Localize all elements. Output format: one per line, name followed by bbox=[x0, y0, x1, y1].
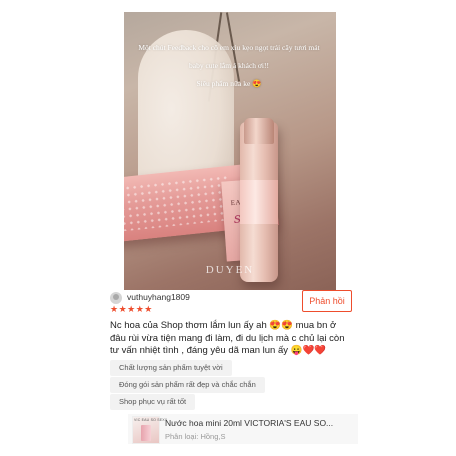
photo-caption: Một chút Feedback cho cô em xiu kẹo ngọt… bbox=[134, 42, 324, 96]
review-line: tư vấn nhiệt tình , đáng yêu dã man lun … bbox=[110, 345, 327, 356]
reviewer-username[interactable]: vuthuyhang1809 bbox=[127, 292, 190, 302]
review-text: Nc hoa của Shop thơm lắm lun ấy ah 😍😍 mu… bbox=[110, 320, 358, 358]
review-tag: Đóng gói sản phẩm rất đẹp và chắc chắn bbox=[110, 377, 265, 393]
caption-line: Một chút Feedback cho cô em xiu kẹo ngọt… bbox=[138, 43, 320, 52]
product-thumbnail: VIC EAU SO SEXY bbox=[132, 416, 167, 444]
thumb-label: VIC EAU SO SEXY bbox=[134, 418, 168, 422]
review-line: Nc hoa của Shop thơm lắm lun ấy ah 😍😍 mu… bbox=[110, 320, 337, 331]
product-variant: Phân loại: Hồng,S bbox=[165, 432, 226, 441]
review-tag: Chất lượng sản phẩm tuyệt vời bbox=[110, 360, 232, 376]
thumb-bottle bbox=[141, 425, 151, 441]
rating-stars: ★★★★★ bbox=[110, 304, 153, 314]
bottle-cap bbox=[244, 118, 274, 144]
watermark: DUYEN bbox=[205, 264, 255, 276]
review-line: đâu rùi vừa tiện mang đi làm, đi du lịch… bbox=[110, 332, 345, 344]
product-card[interactable]: VIC EAU SO SEXY Nước hoa mini 20ml VICTO… bbox=[128, 414, 358, 444]
caption-line: baby cute lắm á khách ơi!! bbox=[189, 61, 269, 70]
caption-line: Siêu phẩm nữa ke 😍 bbox=[196, 79, 262, 88]
review-tag: Shop phục vụ rất tốt bbox=[110, 394, 196, 410]
reply-button[interactable]: Phản hồi bbox=[302, 290, 352, 312]
review-photo[interactable]: EAU SO sexy Một chút Feedback cho cô em … bbox=[124, 12, 336, 290]
avatar[interactable] bbox=[110, 292, 122, 304]
product-name: Nước hoa mini 20ml VICTORIA'S EAU SO... bbox=[165, 418, 334, 428]
bottle-band bbox=[240, 180, 278, 224]
